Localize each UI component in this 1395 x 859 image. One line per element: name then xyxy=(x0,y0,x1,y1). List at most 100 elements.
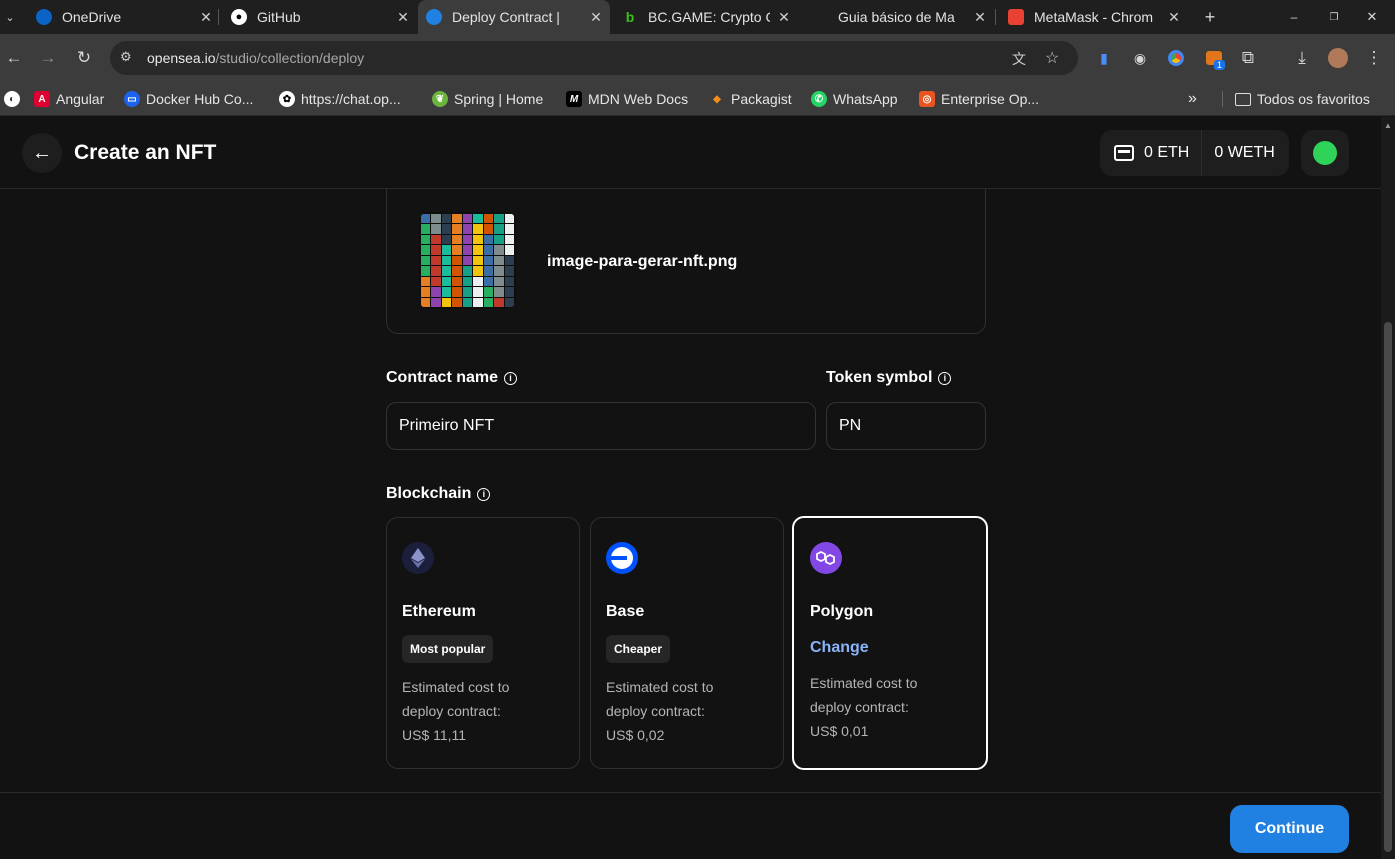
page-content: ← Create an NFT 0 ETH 0 WETH image-para-… xyxy=(0,117,1381,859)
close-icon[interactable]: ✕ xyxy=(972,9,988,26)
cost-value: US$ 0,01 xyxy=(810,723,869,739)
all-bookmarks-folder[interactable]: Todos os favoritos xyxy=(1235,82,1370,116)
ubuntu-icon: ◎ xyxy=(919,91,935,107)
reload-icon[interactable]: ↻ xyxy=(70,34,98,82)
bookmark-label: Packagist xyxy=(731,91,792,107)
tab-github[interactable]: ● GitHub ✕ xyxy=(231,0,411,34)
apps-icon: ◐ xyxy=(4,91,20,107)
thumbnail-tile xyxy=(504,224,514,234)
whatsapp-icon: ✆ xyxy=(811,91,827,107)
bookmark-chat[interactable]: ✿ https://chat.op... xyxy=(279,82,401,116)
info-icon[interactable]: i xyxy=(504,371,518,385)
scrollbar-thumb[interactable] xyxy=(1384,322,1392,852)
account-button[interactable] xyxy=(1301,130,1349,176)
thumbnail-tile xyxy=(452,255,462,266)
scroll-up-arrow-icon[interactable]: ▲ xyxy=(1384,121,1392,130)
bookmark-apps[interactable]: ◐ xyxy=(4,82,26,116)
tab-bcgame[interactable]: b BC.GAME: Crypto C ✕ xyxy=(622,0,792,34)
contract-name-input[interactable]: Primeiro NFT xyxy=(386,402,816,450)
tab-deploy-contract[interactable]: Deploy Contract | ✕ xyxy=(418,0,610,34)
profile-avatar[interactable] xyxy=(1324,34,1352,82)
restore-icon[interactable]: ❐ xyxy=(1320,0,1348,34)
bookmark-spring[interactable]: ❦ Spring | Home xyxy=(432,82,543,116)
onedrive-icon xyxy=(36,9,52,25)
folder-icon xyxy=(1235,92,1251,106)
thumbnail-tile xyxy=(462,266,473,276)
info-icon[interactable]: i xyxy=(938,371,952,385)
arrow-left-icon: ← xyxy=(32,141,52,164)
extension-chrome-icon[interactable] xyxy=(1162,34,1190,82)
thumbnail-tile xyxy=(504,234,514,245)
token-symbol-input[interactable]: PN xyxy=(826,402,986,450)
continue-button[interactable]: Continue xyxy=(1230,805,1349,853)
wallet-balance[interactable]: 0 ETH 0 WETH xyxy=(1100,130,1289,176)
close-icon[interactable]: ✕ xyxy=(198,9,214,26)
bookmark-whatsapp[interactable]: ✆ WhatsApp xyxy=(811,82,898,116)
address-bar[interactable]: ⚙ opensea.io/studio/collection/deploy 文 … xyxy=(110,41,1078,75)
tab-title: Guia básico de Ma xyxy=(838,9,955,25)
thumbnail-tile xyxy=(421,214,431,224)
tab-onedrive[interactable]: OneDrive ✕ xyxy=(36,0,214,34)
ethereum-icon xyxy=(402,542,434,574)
new-tab-plus-icon[interactable]: + xyxy=(1196,0,1224,34)
close-icon[interactable]: ✕ xyxy=(395,9,411,26)
metamask-extension-icon[interactable]: 1 xyxy=(1200,34,1228,82)
forward-arrow-icon[interactable]: → xyxy=(34,34,62,82)
info-icon[interactable]: i xyxy=(477,487,491,501)
close-icon[interactable]: ✕ xyxy=(1166,9,1182,26)
tab-search-chevron-icon[interactable]: ⌄ xyxy=(0,0,20,34)
tab-guia-basico[interactable]: Guia básico de Ma ✕ xyxy=(838,0,988,34)
extensions-puzzle-icon[interactable]: ⧉ xyxy=(1234,34,1262,82)
thumbnail-tile xyxy=(431,245,441,255)
packagist-icon: ◆ xyxy=(713,93,721,105)
bookmark-docker-hub[interactable]: ▭ Docker Hub Co... xyxy=(124,82,253,116)
change-chain-link[interactable]: Change xyxy=(810,639,869,657)
back-button[interactable]: ← xyxy=(22,133,62,173)
mdn-icon: M xyxy=(566,91,582,107)
thumbnail-tile xyxy=(421,234,431,245)
thumbnail-tile xyxy=(483,266,494,276)
chain-option-polygon[interactable]: Polygon Change Estimated cost to deploy … xyxy=(792,516,988,770)
thumbnail-tile xyxy=(483,255,494,266)
all-bookmarks-label: Todos os favoritos xyxy=(1257,91,1370,107)
download-icon[interactable]: ⤓ xyxy=(1288,34,1316,82)
thumbnail-tile xyxy=(494,224,504,234)
bookmark-mdn[interactable]: M MDN Web Docs xyxy=(566,82,688,116)
bookmark-label: Angular xyxy=(56,91,105,107)
bookmark-angular[interactable]: A Angular xyxy=(34,82,104,116)
tab-title: MetaMask - Chrom xyxy=(1034,9,1154,25)
site-settings-icon[interactable]: ⚙ xyxy=(120,49,132,65)
angular-icon: A xyxy=(34,91,50,107)
bookmarks-bar: ◐ A Angular ▭ Docker Hub Co... ✿ https://ch… xyxy=(0,82,1395,116)
tab-metamask[interactable]: MetaMask - Chrom ✕ xyxy=(1008,0,1182,34)
thumbnail-tile xyxy=(473,287,483,297)
more-bookmarks-icon[interactable]: » xyxy=(1188,82,1197,116)
page-scrollbar[interactable]: ▲ xyxy=(1381,117,1395,859)
thumbnail-tile xyxy=(431,234,441,245)
bookmark-enterprise[interactable]: ◎ Enterprise Op... xyxy=(919,82,1039,116)
chain-option-base[interactable]: Base Cheaper Estimated cost to deploy co… xyxy=(590,517,784,769)
close-icon[interactable]: ✕ xyxy=(588,9,604,26)
window-close-icon[interactable]: ✕ xyxy=(1358,0,1386,34)
thumbnail-tile xyxy=(441,266,452,276)
close-icon[interactable]: ✕ xyxy=(776,9,792,26)
thumbnail-tile xyxy=(452,234,462,245)
thumbnail-tile xyxy=(504,214,514,224)
back-arrow-icon[interactable]: ← xyxy=(0,34,28,82)
blockchain-label: Blockchain i xyxy=(386,485,491,503)
extension-icon[interactable]: ▮ xyxy=(1090,34,1118,82)
thumbnail-tile xyxy=(473,234,483,245)
extension-alien-icon[interactable]: ◉ xyxy=(1126,34,1154,82)
bookmark-star-icon[interactable]: ☆ xyxy=(1045,48,1059,68)
thumbnail-tile xyxy=(462,276,473,287)
chain-option-ethereum[interactable]: Ethereum Most popular Estimated cost to … xyxy=(386,517,580,769)
thumbnail-tile xyxy=(462,297,473,307)
thumbnail-tile xyxy=(483,245,494,255)
browser-toolbar: ← → ↻ ⚙ opensea.io/studio/collection/dep… xyxy=(0,34,1395,82)
translate-icon[interactable]: 文 xyxy=(1012,49,1026,69)
minimize-icon[interactable]: – xyxy=(1280,0,1308,34)
bookmark-packagist[interactable]: ◆ Packagist xyxy=(709,82,792,116)
thumbnail-tile xyxy=(431,297,441,307)
chain-cost: Estimated cost to deploy contract: US$ 0… xyxy=(810,671,980,743)
menu-kebab-icon[interactable]: ⋮ xyxy=(1360,34,1388,82)
